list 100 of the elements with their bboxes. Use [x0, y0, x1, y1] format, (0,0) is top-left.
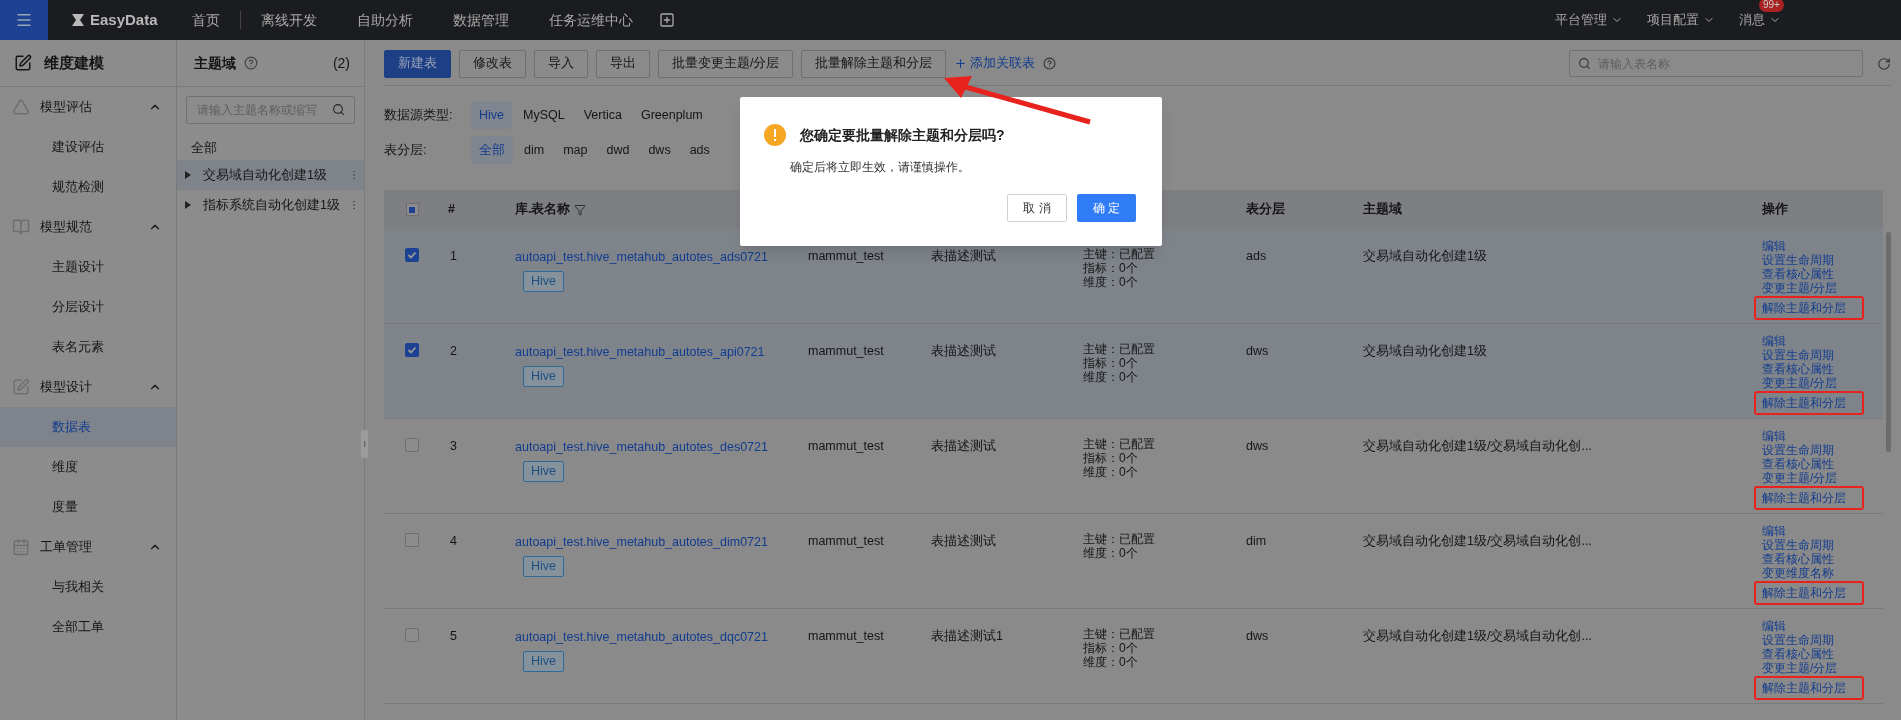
- nav-link[interactable]: 离线开发: [240, 9, 337, 31]
- sidebar-item[interactable]: 数据表: [0, 407, 176, 447]
- row-checkbox[interactable]: [405, 248, 419, 262]
- sidebar-item[interactable]: 主题设计: [0, 247, 176, 287]
- action-link[interactable]: 变更主题/分层: [1762, 661, 1838, 675]
- help-icon[interactable]: [1043, 57, 1057, 70]
- toolbar-button[interactable]: 批量解除主题和分层: [801, 49, 947, 78]
- all-topics-item[interactable]: 全部: [177, 136, 364, 160]
- action-link[interactable]: 查看核心属性: [1762, 457, 1834, 471]
- table-name-link[interactable]: autoapi_test.hive_metahub_autotes_dqc0721: [515, 628, 768, 647]
- row-checkbox[interactable]: [405, 628, 419, 642]
- table-cell-text: 交易域自动化创建1级: [1362, 248, 1488, 265]
- action-link[interactable]: 编辑: [1762, 334, 1786, 348]
- filter-option[interactable]: Vertica: [575, 101, 630, 129]
- action-link[interactable]: 查看核心属性: [1762, 362, 1834, 376]
- sidebar-item[interactable]: 建设评估: [0, 127, 176, 167]
- top-menu[interactable]: 项目配置: [1647, 10, 1715, 30]
- action-link[interactable]: 设置生命周期: [1762, 443, 1834, 457]
- nav-link[interactable]: 首页: [171, 9, 240, 31]
- sidebar-item[interactable]: 全部工单: [0, 607, 176, 647]
- table-cell-text: 维度：0个: [1083, 655, 1139, 669]
- sidebar-item[interactable]: 度量: [0, 487, 176, 527]
- table-row[interactable]: 1 autoapi_test.hive_metahub_autotes_ads0721 Hive mammut_test 表描述测试 主键：已配置 指标：0个 维度：0个 ads 交易域自动化创建1级 编辑 设置生命周期 查看核心属性 变更主题/分层 解除主题和分层: [384, 229, 1883, 324]
- table-name-link[interactable]: autoapi_test.hive_metahub_autotes_dim0721: [515, 533, 768, 552]
- row-checkbox[interactable]: [405, 438, 419, 452]
- sidebar-group[interactable]: 工单管理: [0, 527, 176, 567]
- sidebar-item[interactable]: 规范检测: [0, 167, 176, 207]
- action-link[interactable]: 变更主题/分层: [1762, 376, 1838, 390]
- action-link[interactable]: 查看核心属性: [1762, 267, 1834, 281]
- toolbar-button[interactable]: 导出: [596, 49, 650, 78]
- filter-option[interactable]: dim: [516, 136, 553, 164]
- action-link[interactable]: 编辑: [1762, 619, 1786, 633]
- action-link[interactable]: 编辑: [1762, 524, 1786, 538]
- confirm-button[interactable]: 确 定: [1077, 194, 1136, 222]
- toolbar-button[interactable]: 导入: [534, 49, 588, 78]
- sidebar-item[interactable]: 与我相关: [0, 567, 176, 607]
- menu-button[interactable]: [0, 0, 48, 40]
- toolbar-button[interactable]: 批量变更主题/分层: [658, 49, 794, 78]
- cancel-button[interactable]: 取 消: [1007, 194, 1067, 222]
- action-link[interactable]: 变更主题/分层: [1762, 281, 1838, 295]
- table-row[interactable]: 2 autoapi_test.hive_metahub_autotes_api0721 Hive mammut_test 表描述测试 主键：已配置 指标：0个 维度：0个 dws 交易域自动化创建1级 编辑 设置生命周期 查看核心属性 变更主题/分层 解除主题和分层: [384, 324, 1883, 419]
- action-link[interactable]: 设置生命周期: [1762, 633, 1834, 647]
- toolbar-button[interactable]: 新建表: [384, 49, 451, 78]
- filter-option[interactable]: map: [555, 136, 596, 164]
- select-all-checkbox[interactable]: [405, 203, 419, 216]
- resize-handle[interactable]: [361, 430, 368, 458]
- toolbar-button[interactable]: 修改表: [459, 49, 526, 78]
- action-link[interactable]: 解除主题和分层: [1762, 681, 1846, 695]
- sidebar-group[interactable]: 模型评估: [0, 87, 176, 127]
- nav-link[interactable]: 任务运维中心: [528, 9, 653, 31]
- action-link[interactable]: 设置生命周期: [1762, 348, 1834, 362]
- top-menu[interactable]: 平台管理: [1555, 10, 1623, 30]
- add-tab-icon[interactable]: [658, 12, 675, 28]
- refresh-icon[interactable]: [1877, 56, 1891, 71]
- filter-icon[interactable]: [574, 203, 587, 216]
- action-link[interactable]: 变更主题/分层: [1762, 471, 1838, 485]
- action-link[interactable]: 设置生命周期: [1762, 538, 1834, 552]
- table-name-link[interactable]: autoapi_test.hive_metahub_autotes_des0721: [515, 438, 768, 457]
- filter-option[interactable]: dwd: [598, 136, 638, 164]
- help-icon[interactable]: [244, 56, 258, 70]
- action-link[interactable]: 解除主题和分层: [1762, 491, 1846, 505]
- topic-item[interactable]: 指标系统自动化创建1级: [177, 190, 364, 220]
- filter-option[interactable]: ads: [681, 136, 718, 164]
- source-tag: Hive: [523, 650, 564, 672]
- action-link[interactable]: 编辑: [1762, 429, 1786, 443]
- search-icon: [1578, 57, 1591, 70]
- action-link[interactable]: 查看核心属性: [1762, 552, 1834, 566]
- nav-link[interactable]: 数据管理: [432, 9, 529, 31]
- filter-option[interactable]: Hive: [471, 101, 512, 129]
- action-link[interactable]: 编辑: [1762, 239, 1786, 253]
- action-link[interactable]: 解除主题和分层: [1762, 586, 1846, 600]
- action-link[interactable]: 解除主题和分层: [1762, 301, 1846, 315]
- filter-option[interactable]: MySQL: [515, 101, 573, 129]
- topic-item[interactable]: 交易域自动化创建1级: [177, 160, 364, 190]
- action-link[interactable]: 变更维度名称: [1762, 566, 1834, 580]
- scrollbar[interactable]: [1886, 232, 1891, 452]
- nav-link[interactable]: 自助分析: [336, 9, 433, 31]
- filter-option[interactable]: 全部: [471, 136, 513, 164]
- group-icon: [12, 218, 30, 236]
- action-link[interactable]: 解除主题和分层: [1762, 396, 1846, 410]
- sidebar-group[interactable]: 模型规范: [0, 207, 176, 247]
- filter-option[interactable]: Greenplum: [632, 101, 711, 129]
- expand-arrow-icon: [185, 201, 191, 209]
- table-row[interactable]: 3 autoapi_test.hive_metahub_autotes_des0721 Hive mammut_test 表描述测试 主键：已配置 指标：0个 维度：0个 dws 交易域自动化创建1级/交易域自动化创... 编辑 设置生命周期 查看核心属性 变更主题/分层 解除主题和分层: [384, 419, 1883, 514]
- logo[interactable]: EasyData: [90, 8, 158, 32]
- add-related-table-link[interactable]: 添加关联表: [954, 54, 1036, 73]
- action-link[interactable]: 设置生命周期: [1762, 253, 1834, 267]
- sidebar-group[interactable]: 模型设计: [0, 367, 176, 407]
- table-name-link[interactable]: autoapi_test.hive_metahub_autotes_ads0721: [515, 248, 768, 267]
- sidebar-item[interactable]: 分层设计: [0, 287, 176, 327]
- table-row[interactable]: 4 autoapi_test.hive_metahub_autotes_dim0721 Hive mammut_test 表描述测试 主键：已配置 维度：0个 dim 交易域自动化创建1级/交易域自动化创... 编辑 设置生命周期 查看核心属性 变更维度名称 解除主题和分层: [384, 514, 1883, 609]
- filter-option[interactable]: dws: [640, 136, 679, 164]
- row-checkbox[interactable]: [405, 343, 419, 357]
- table-row[interactable]: 5 autoapi_test.hive_metahub_autotes_dqc0721 Hive mammut_test 表描述测试1 主键：已配置 指标：0个 维度：0个 dws 交易域自动化创建1级/交易域自动化创... 编辑 设置生命周期 查看核心属性 变更主题/分层 解除主题和分层: [384, 609, 1883, 704]
- sidebar-item[interactable]: 表名元素: [0, 327, 176, 367]
- sidebar-item[interactable]: 维度: [0, 447, 176, 487]
- top-menu[interactable]: 消息: [1739, 10, 1781, 30]
- table-name-link[interactable]: autoapi_test.hive_metahub_autotes_api0721: [515, 343, 765, 362]
- action-link[interactable]: 查看核心属性: [1762, 647, 1834, 661]
- row-checkbox[interactable]: [405, 533, 419, 547]
